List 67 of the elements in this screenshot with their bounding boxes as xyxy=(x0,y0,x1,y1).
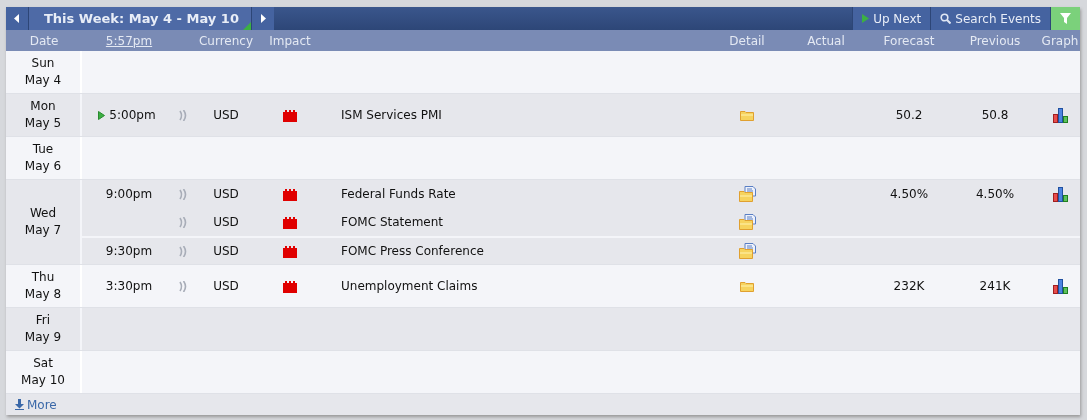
next-week-button[interactable] xyxy=(251,7,274,30)
weekday-label: Mon xyxy=(30,98,56,115)
date-label: May 9 xyxy=(24,329,62,346)
left-arrow-icon xyxy=(14,14,20,23)
currency-label: USD xyxy=(213,214,239,231)
previous-value: 50.8 xyxy=(981,107,1009,124)
filter-icon xyxy=(1060,13,1071,24)
date-label: May 5 xyxy=(24,115,62,132)
sound-icon xyxy=(178,109,188,121)
column-header: Impact xyxy=(269,32,311,50)
column-header: Forecast xyxy=(883,32,935,50)
currency-label: USD xyxy=(213,186,239,203)
weekday-label: Wed xyxy=(29,205,57,222)
column-header: Previous xyxy=(969,32,1021,50)
event-time: 9:30pm xyxy=(105,243,153,260)
event-title[interactable]: FOMC Statement xyxy=(318,213,444,231)
currency-label: USD xyxy=(213,107,239,124)
weekday-label: Sat xyxy=(33,355,53,372)
sound-icon xyxy=(178,245,188,257)
event-title[interactable]: Unemployment Claims xyxy=(318,277,478,295)
right-arrow-icon xyxy=(259,14,266,23)
date-label: May 8 xyxy=(24,286,62,303)
column-header: Graph xyxy=(1041,32,1079,50)
sound-icon xyxy=(178,280,188,292)
date-label: May 6 xyxy=(24,158,62,175)
column-header: Currency xyxy=(198,32,254,50)
date-label: May 7 xyxy=(24,222,62,239)
download-arrow-icon xyxy=(15,399,24,410)
sound-icon xyxy=(178,188,188,200)
date-label: May 4 xyxy=(24,72,62,89)
weekday-label: Sun xyxy=(31,55,55,72)
corner-triangle-icon xyxy=(242,22,251,30)
forecast-value: 4.50% xyxy=(889,186,929,203)
forecast-value: 232K xyxy=(893,278,925,295)
bar-chart-icon[interactable] xyxy=(1052,278,1068,294)
previous-week-button[interactable] xyxy=(6,7,28,30)
folder-document-icon[interactable] xyxy=(738,243,756,259)
currency-label: USD xyxy=(213,243,239,260)
filter-button[interactable] xyxy=(1050,7,1080,30)
folder-document-icon[interactable] xyxy=(738,214,756,230)
event-time: 9:00pm xyxy=(105,186,153,203)
event-title[interactable]: Federal Funds Rate xyxy=(318,185,456,203)
bar-chart-icon[interactable] xyxy=(1052,186,1068,202)
sound-icon xyxy=(178,216,188,228)
event-title[interactable]: FOMC Press Conference xyxy=(318,242,484,260)
previous-value: 4.50% xyxy=(975,186,1015,203)
search-icon xyxy=(940,13,952,24)
up-next-button[interactable]: Up Next xyxy=(852,7,931,30)
column-header: Date xyxy=(29,32,59,50)
bar-chart-icon[interactable] xyxy=(1052,107,1068,123)
event-time: 3:30pm xyxy=(105,278,153,295)
search-events-button[interactable]: Search Events xyxy=(930,7,1050,30)
column-header: Detail xyxy=(729,32,765,50)
weekday-label: Tue xyxy=(32,141,54,158)
date-label: May 10 xyxy=(21,372,65,389)
more-link[interactable]: More xyxy=(15,395,57,414)
previous-value: 241K xyxy=(979,278,1011,295)
event-time: 5:00pm xyxy=(109,107,156,124)
folder-document-icon[interactable] xyxy=(738,186,756,202)
forecast-value: 50.2 xyxy=(895,107,923,124)
weekday-label: Fri xyxy=(35,312,51,329)
play-icon xyxy=(862,14,870,23)
week-title: This Week: May 4 - May 10 xyxy=(28,7,252,30)
event-title[interactable]: ISM Services PMI xyxy=(318,106,442,124)
currency-label: USD xyxy=(213,278,239,295)
column-header: Actual xyxy=(807,32,845,50)
weekday-label: Thu xyxy=(31,269,55,286)
